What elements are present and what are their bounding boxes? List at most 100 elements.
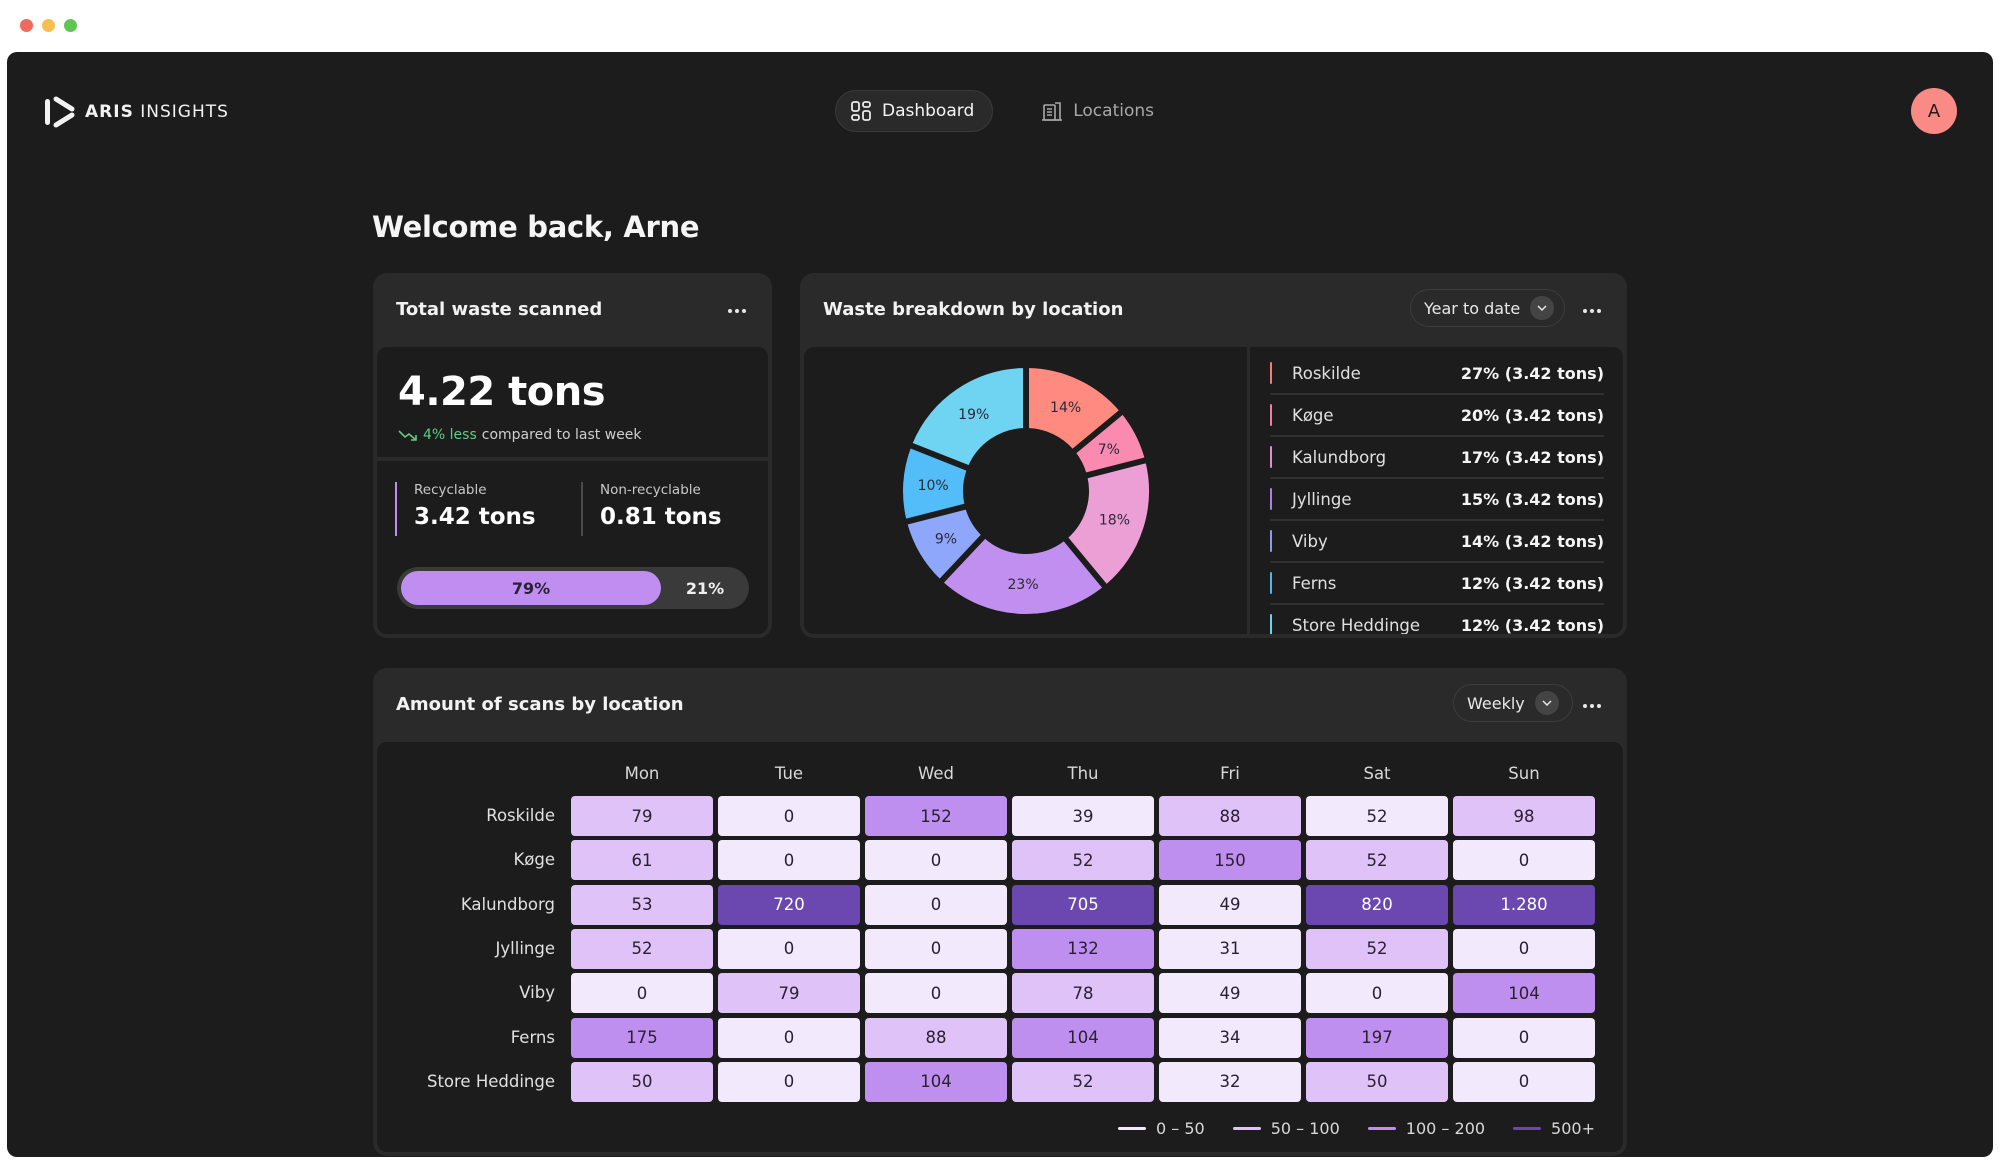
slice-label: 10%	[918, 478, 949, 494]
heatmap-cell[interactable]: 78	[1012, 973, 1154, 1014]
heatmap-cell[interactable]: 0	[718, 1061, 860, 1102]
heatmap-cell[interactable]: 31	[1159, 928, 1301, 969]
more-options-button[interactable]	[724, 301, 750, 321]
legend-value: 15% (3.42 tons)	[1460, 489, 1604, 509]
heatmap-cell[interactable]: 34	[1159, 1017, 1301, 1058]
nav-locations-label: Locations	[1073, 101, 1154, 121]
grid-icon	[851, 101, 871, 121]
non-recyclable-label: Non-recyclable	[600, 482, 701, 498]
heatmap-cell[interactable]: 79	[571, 796, 713, 836]
more-options-button[interactable]	[1579, 301, 1605, 321]
total-waste-body: 4.22 tons 4% less compared to last week …	[377, 347, 768, 634]
slice-label: 14%	[1050, 400, 1081, 416]
heatmap-cell[interactable]: 88	[865, 1017, 1007, 1058]
legend-item[interactable]: Viby 14% (3.42 tons)	[1270, 521, 1604, 563]
heatmap-cell[interactable]: 49	[1159, 973, 1301, 1014]
period-select[interactable]: Weekly	[1453, 684, 1573, 722]
more-options-button[interactable]	[1579, 696, 1605, 716]
heatmap-cell[interactable]: 52	[1306, 928, 1448, 969]
chevron-down-icon	[1530, 296, 1555, 320]
heatmap-cell[interactable]: 0	[718, 796, 860, 836]
heatmap-cell[interactable]: 104	[1012, 1017, 1154, 1058]
heatmap-cell[interactable]: 52	[1306, 796, 1448, 836]
heatmap-cell[interactable]: 197	[1306, 1017, 1448, 1058]
legend-item: 0 – 50	[1118, 1119, 1205, 1138]
heatmap-cell[interactable]: 52	[1306, 840, 1448, 881]
heatmap-cell[interactable]: 39	[1012, 796, 1154, 836]
legend-swatch	[1232, 1127, 1261, 1130]
nav-locations[interactable]: Locations	[1027, 90, 1172, 132]
heatmap-cell[interactable]: 720	[718, 884, 860, 925]
heatmap-cell[interactable]: 52	[1012, 840, 1154, 881]
card-title: Total waste scanned	[396, 299, 603, 320]
heatmap-cell[interactable]: 152	[865, 796, 1007, 836]
legend-swatch	[1270, 488, 1272, 510]
column-header: Fri	[1220, 764, 1240, 783]
nav-dashboard[interactable]: Dashboard	[835, 90, 994, 132]
legend-item[interactable]: Køge 20% (3.42 tons)	[1270, 395, 1604, 437]
page-title: Welcome back, Arne	[372, 210, 700, 244]
heatmap-cell[interactable]: 820	[1306, 884, 1448, 925]
heatmap-cell[interactable]: 175	[571, 1017, 713, 1058]
minimize-window-button[interactable]	[42, 19, 55, 32]
heatmap-cell[interactable]: 1.280	[1453, 884, 1595, 925]
legend-label: 0 – 50	[1156, 1119, 1205, 1138]
heatmap-cell[interactable]: 79	[718, 973, 860, 1014]
heatmap-cell[interactable]: 98	[1453, 796, 1595, 836]
heatmap-cell[interactable]: 0	[865, 973, 1007, 1014]
period-select[interactable]: Year to date	[1410, 289, 1565, 327]
recyclable-value: 3.42 tons	[414, 504, 536, 530]
heatmap-cell[interactable]: 0	[1306, 973, 1448, 1014]
period-select-value: Weekly	[1467, 693, 1525, 713]
heatmap-cell[interactable]: 0	[865, 928, 1007, 969]
column-header: Wed	[918, 764, 954, 783]
heatmap-cell[interactable]: 52	[571, 928, 713, 969]
card-title: Waste breakdown by location	[823, 299, 1124, 320]
heatmap-cell[interactable]: 0	[718, 928, 860, 969]
heatmap-cell[interactable]: 705	[1012, 884, 1154, 925]
legend-item: 50 – 100	[1232, 1119, 1340, 1138]
heatmap-cell[interactable]: 49	[1159, 884, 1301, 925]
heatmap-cell[interactable]: 88	[1159, 796, 1301, 836]
heatmap-cell[interactable]: 53	[571, 884, 713, 925]
row-label: Kalundborg	[460, 894, 555, 914]
slice-label: 18%	[1099, 513, 1130, 529]
heatmap-cell[interactable]: 0	[571, 973, 713, 1014]
heatmap-cell[interactable]: 0	[1453, 840, 1595, 881]
heatmap-cell[interactable]: 50	[1306, 1061, 1448, 1102]
waste-breakdown-card: Waste breakdown by location Year to date…	[800, 273, 1627, 638]
legend-swatch	[1270, 404, 1272, 426]
heatmap-cell[interactable]: 150	[1159, 840, 1301, 881]
zoom-window-button[interactable]	[64, 19, 77, 32]
legend-item[interactable]: Store Heddinge 12% (3.42 tons)	[1270, 605, 1604, 634]
legend-item[interactable]: Roskilde 27% (3.42 tons)	[1270, 353, 1604, 395]
heatmap-cell[interactable]: 50	[571, 1061, 713, 1102]
column-header: Thu	[1067, 764, 1099, 783]
non-recyclable-share: 21%	[685, 578, 725, 598]
close-window-button[interactable]	[20, 19, 33, 32]
legend-item[interactable]: Ferns 12% (3.42 tons)	[1270, 563, 1604, 605]
heatmap-cell[interactable]: 0	[718, 840, 860, 881]
heatmap-legend: 0 – 50 50 – 100 100 – 200 500+	[1118, 1119, 1595, 1138]
heatmap-cell[interactable]: 0	[865, 884, 1007, 925]
heatmap-cell[interactable]: 104	[865, 1061, 1007, 1102]
heatmap-cell[interactable]: 32	[1159, 1061, 1301, 1102]
heatmap-cell[interactable]: 61	[571, 840, 713, 881]
legend-item[interactable]: Kalundborg 17% (3.42 tons)	[1270, 437, 1604, 479]
heatmap-cell[interactable]: 104	[1453, 973, 1595, 1014]
recyclable-stat: Recyclable 3.42 tons	[395, 482, 536, 536]
dot-icon	[1597, 309, 1601, 313]
app-window: ARIS INSIGHTS Dashboard Locations A Welc…	[7, 52, 1993, 1157]
trend-change: 4% less	[423, 427, 477, 443]
heatmap-cell[interactable]: 0	[1453, 928, 1595, 969]
legend-item[interactable]: Jyllinge 15% (3.42 tons)	[1270, 479, 1604, 521]
heatmap-cell[interactable]: 52	[1012, 1061, 1154, 1102]
heatmap-cell[interactable]: 0	[865, 840, 1007, 881]
user-avatar[interactable]: A	[1911, 88, 1957, 134]
heatmap-cell[interactable]: 0	[718, 1017, 860, 1058]
heatmap-cell[interactable]: 0	[1453, 1061, 1595, 1102]
app-logo[interactable]: ARIS INSIGHTS	[43, 94, 229, 130]
location-legend: Roskilde 27% (3.42 tons) Køge 20% (3.42 ton…	[1250, 347, 1623, 634]
heatmap-cell[interactable]: 132	[1012, 928, 1154, 969]
heatmap-cell[interactable]: 0	[1453, 1017, 1595, 1058]
